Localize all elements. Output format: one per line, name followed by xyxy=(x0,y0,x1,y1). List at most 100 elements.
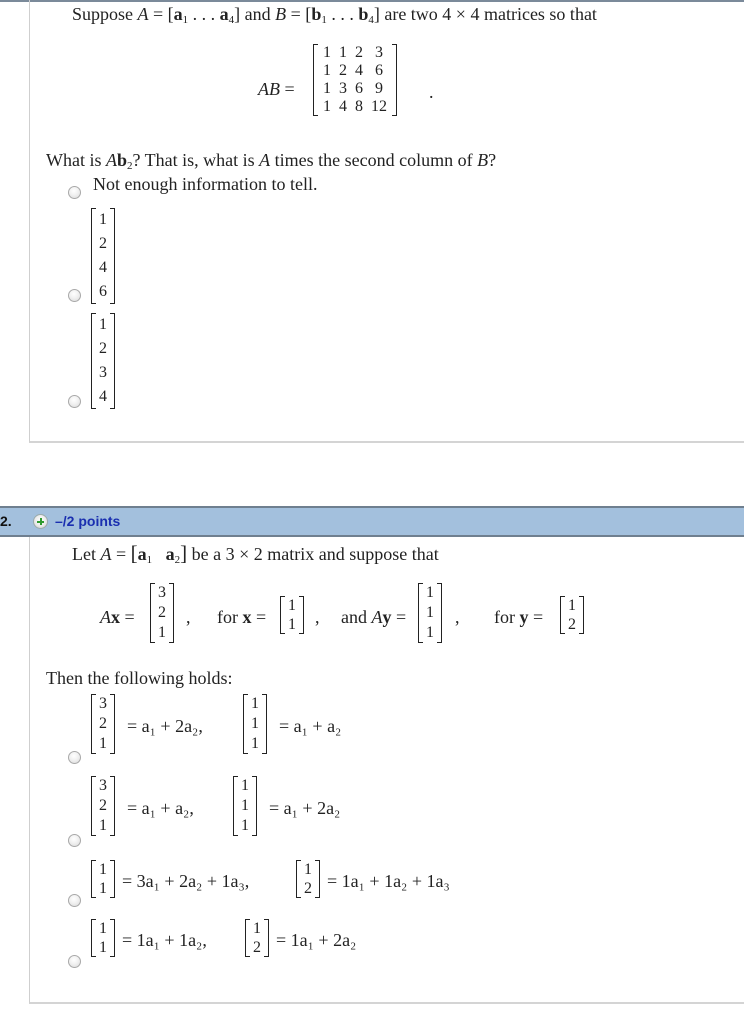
x-vector: 11 xyxy=(280,596,304,634)
q1-option-1-label[interactable]: Not enough information to tell. xyxy=(93,174,317,195)
left-bracket xyxy=(91,776,96,836)
matrix-entry: 1 xyxy=(323,98,331,115)
q2-option-3-rhs-1: = 3a₁ + 2a₂ + 1a₃, xyxy=(122,871,250,891)
q2-option-3-radio[interactable] xyxy=(68,894,81,907)
matrix-row: 2 xyxy=(97,337,109,361)
right-bracket xyxy=(169,583,174,643)
matrix-row: 1 xyxy=(249,694,261,714)
matrix-entry: 1 xyxy=(241,797,249,814)
matrix-entry: 6 xyxy=(99,283,107,300)
q1-a4: a xyxy=(219,4,229,24)
q1-q-A2: A xyxy=(259,150,271,170)
right-bracket xyxy=(299,596,304,634)
for-x-label: for x = xyxy=(217,607,267,627)
matrix-row: 1369 xyxy=(319,80,391,98)
q1-q-suffix: ? xyxy=(488,150,497,170)
vector-table: 1 1 1 xyxy=(249,694,261,754)
matrix-entry: 2 xyxy=(304,880,312,897)
q2-option-4-rhs-1: = 1a₁ + 1a₂, xyxy=(122,930,207,950)
q1-option-2-vector[interactable]: 1 2 4 6 xyxy=(91,208,115,304)
q1-intro: Suppose A = [a1 . . . a4] and B = [b1 . … xyxy=(72,4,597,26)
q2-a1-sub: 1 xyxy=(146,554,153,566)
q2-option-2-rhs-1: = a₁ + a₂, xyxy=(127,798,194,818)
q1-intro-prefix: Suppose xyxy=(72,4,138,24)
q2-option-3-vector-2: 12 xyxy=(296,860,320,898)
q2-intro-suffix: be a 3 × 2 matrix and suppose that xyxy=(187,544,439,564)
right-bracket xyxy=(110,860,115,898)
Ay-label: and Ay = xyxy=(341,607,407,627)
question-number: 2. xyxy=(0,513,12,529)
right-bracket xyxy=(579,596,584,634)
matrix-entry: 1 xyxy=(426,624,434,641)
matrix-row: 1 xyxy=(97,734,109,754)
right-bracket xyxy=(110,694,115,754)
matrix-row: 1 xyxy=(249,714,261,734)
matrix-entry: 2 xyxy=(158,604,166,621)
question-2-header: 2. –/2 points xyxy=(0,506,744,537)
matrix-entry: 2 xyxy=(99,715,107,732)
q1-option-3-vector[interactable]: 1 2 3 4 xyxy=(91,313,115,409)
matrix-row: 3 xyxy=(97,694,109,714)
q2-option-1-radio[interactable] xyxy=(68,751,81,764)
q2-option-4-radio[interactable] xyxy=(68,955,81,968)
q2-option-2-radio[interactable] xyxy=(68,834,81,847)
plus-icon[interactable] xyxy=(33,514,48,529)
q2-option-2-rhs-2: = a₁ + 2a₂ xyxy=(269,798,341,818)
matrix-entry: 1 xyxy=(158,624,166,641)
q2-option-1-rhs-2: = a₁ + a₂ xyxy=(279,716,342,736)
right-bracket xyxy=(315,860,320,898)
right-bracket xyxy=(252,776,257,836)
matrix-row: 1 xyxy=(97,313,109,337)
q2-lbracket: [ xyxy=(130,541,138,565)
matrix-entry: 1 xyxy=(99,861,107,878)
matrix-row: 2 xyxy=(97,714,109,734)
vector-table: 3 2 1 xyxy=(156,583,168,643)
vector-table: 1 2 3 4 xyxy=(97,313,109,409)
matrix-entry: 1 xyxy=(288,616,296,633)
left-bracket xyxy=(91,919,96,957)
left-bracket xyxy=(280,596,285,634)
q2-var-A: A xyxy=(100,544,112,564)
vector-table: 1 2 4 6 xyxy=(97,208,109,304)
matrix-entry: 2 xyxy=(99,797,107,814)
q1-option-2-radio[interactable] xyxy=(68,289,81,302)
matrix-entry: 1 xyxy=(339,44,347,61)
q2-intro: Let A = [a1 a2] be a 3 × 2 matrix and su… xyxy=(72,541,439,566)
matrix-entry: 1 xyxy=(251,715,259,732)
matrix-row: 1 xyxy=(239,776,251,796)
matrix-entry: 1 xyxy=(251,695,259,712)
right-bracket xyxy=(264,919,269,957)
right-bracket xyxy=(262,694,267,754)
matrix-entry: 1 xyxy=(304,861,312,878)
matrix-entry: 1 xyxy=(323,62,331,79)
matrix-entry: 1 xyxy=(426,604,434,621)
matrix-row: 1123 xyxy=(319,44,391,62)
matrix-row: 1 xyxy=(239,816,251,836)
matrix-row: 1 xyxy=(97,879,109,898)
q1-eq1: = [ xyxy=(148,4,174,24)
left-bracket xyxy=(91,208,96,304)
q1-b1: b xyxy=(311,4,322,24)
matrix-entry: 2 xyxy=(253,939,261,956)
vector-table: 3 2 1 xyxy=(97,694,109,754)
matrix-entry: 4 xyxy=(99,388,107,405)
matrix-entry: 1 xyxy=(253,920,261,937)
for-x-text: for xyxy=(217,607,243,627)
matrix-entry: 1 xyxy=(323,80,331,97)
comma: , xyxy=(315,607,320,627)
right-bracket xyxy=(110,776,115,836)
matrix-entry: 1 xyxy=(99,211,107,228)
q2-option-2-vector-1: 3 2 1 xyxy=(91,776,115,836)
matrix-entry: 1 xyxy=(426,584,434,601)
q1-option-3-radio[interactable] xyxy=(68,395,81,408)
q1-option-1-radio[interactable] xyxy=(68,186,81,199)
q1-q-B: B xyxy=(477,150,489,170)
q2-option-3-vector-1: 11 xyxy=(91,860,115,898)
q1-a1: a xyxy=(173,4,183,24)
product-label-text: AB xyxy=(258,79,280,99)
Ax-x: x xyxy=(111,607,120,627)
vector-table: 12 xyxy=(566,596,578,634)
matrix-row: 4 xyxy=(97,385,109,409)
matrix-entry: 1 xyxy=(241,777,249,794)
matrix-row: 2 xyxy=(156,603,168,623)
